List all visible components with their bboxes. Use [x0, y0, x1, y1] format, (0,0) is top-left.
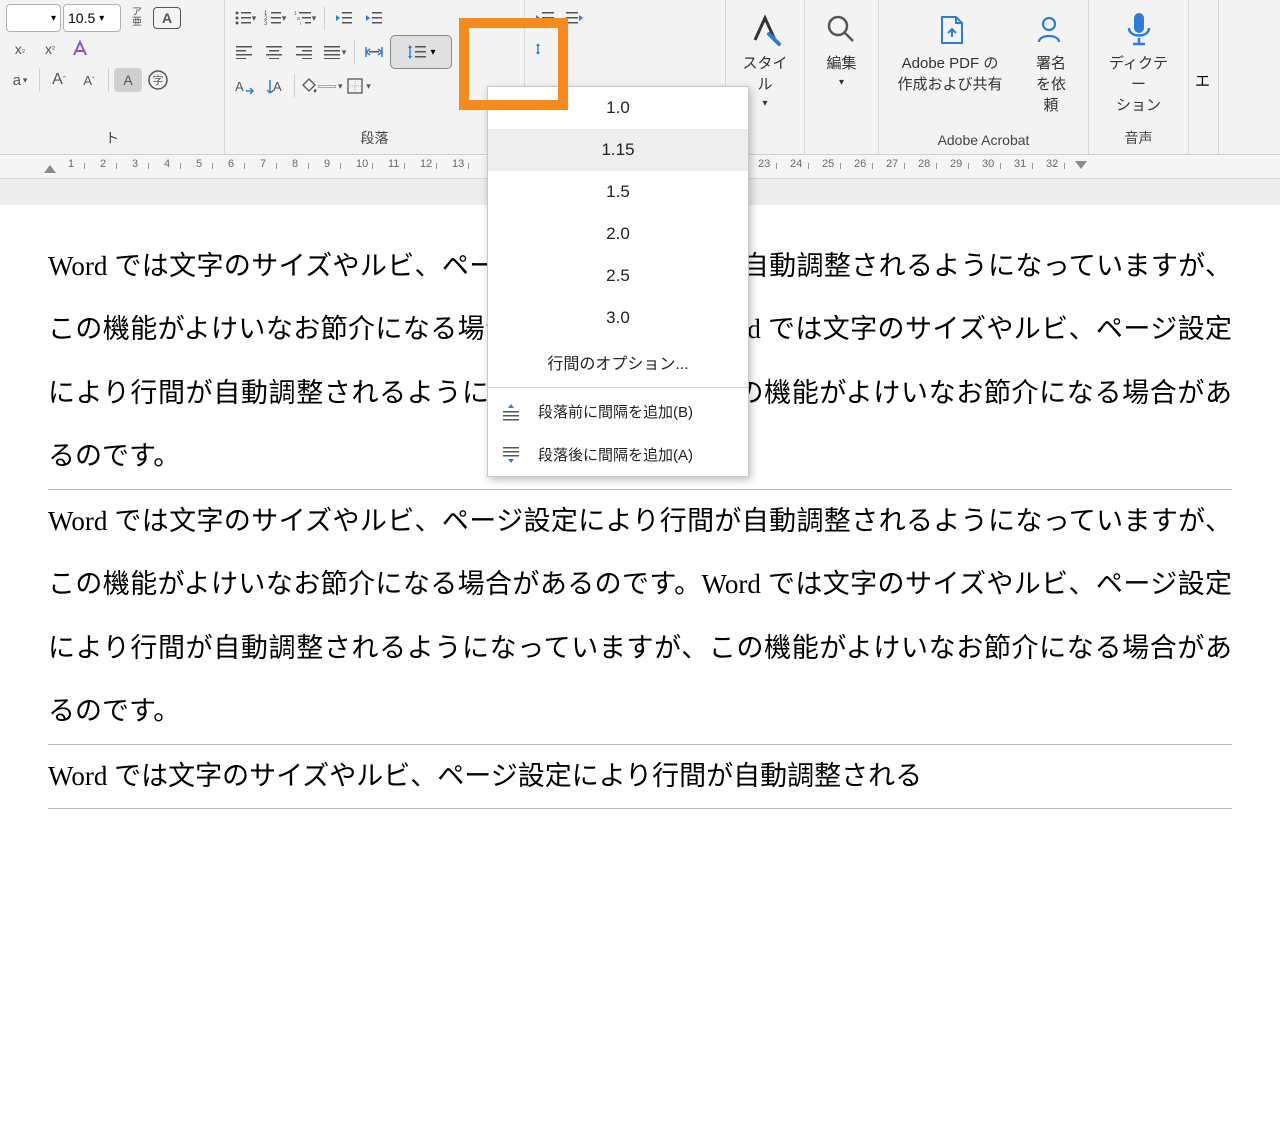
- character-border-button[interactable]: A: [153, 7, 181, 29]
- subscript-button[interactable]: x₂: [6, 35, 34, 63]
- enclose-characters-button[interactable]: 字: [144, 66, 172, 94]
- distribute-icon: [364, 44, 384, 60]
- enclose-icon: 字: [146, 68, 170, 92]
- highlight-button[interactable]: A: [114, 68, 142, 92]
- svg-text:字: 字: [153, 73, 164, 87]
- spacing-options-button[interactable]: 行間のオプション...: [488, 339, 748, 385]
- spacing-option-1.5[interactable]: 1.5: [488, 171, 748, 213]
- multilevel-icon: 1ai: [294, 10, 312, 26]
- text-effects-icon: [69, 38, 91, 60]
- svg-text:A: A: [235, 79, 244, 94]
- signature-label: 署名 を依頼: [1029, 52, 1073, 115]
- editing-group: 編集 ▾: [805, 0, 879, 154]
- spacing-option-1.0[interactable]: 1.0: [488, 87, 748, 129]
- line-spacing-icon: [406, 42, 428, 62]
- mic-icon: [1122, 10, 1156, 50]
- font-size-combo[interactable]: 10.5▾: [63, 4, 121, 32]
- font-group-label: ト: [6, 124, 218, 154]
- add-space-after-button[interactable]: 段落後に間隔を追加(A): [488, 433, 748, 476]
- numbering-icon: 123: [264, 10, 282, 26]
- svg-text:A: A: [273, 79, 282, 94]
- align-left-button[interactable]: [231, 38, 259, 66]
- grow-font-button[interactable]: Aˆ: [45, 66, 73, 94]
- search-icon: [825, 13, 859, 47]
- editing-label: 編集: [826, 52, 856, 73]
- align-center-icon: [266, 45, 284, 59]
- space-after-icon: [500, 445, 522, 465]
- pdf-share-icon: [932, 11, 968, 49]
- dictate-label: ディクテー ション: [1103, 52, 1174, 115]
- dropdown-divider: [488, 387, 748, 388]
- edge-group: エ: [1189, 0, 1219, 154]
- rtl-icon: A: [265, 77, 285, 95]
- font-group: ▾ 10.5▾ ア亜 A x₂ x² a▾ Aˆ Aˇ A 字 ト: [0, 0, 225, 154]
- space-before-icon: [500, 402, 522, 422]
- distribute-button[interactable]: [360, 38, 388, 66]
- paragraph-group: ▾ 123▾ 1ai▾ ▾ ▾: [225, 0, 525, 154]
- phonetic-guide-button[interactable]: ア亜: [123, 4, 151, 32]
- paragraph-2[interactable]: Word では文字のサイズやルビ、ページ設定により行間が自動調整されるようになっ…: [48, 490, 1232, 745]
- sort-button[interactable]: [531, 35, 559, 63]
- ruler-indent-marker-right[interactable]: [1075, 161, 1087, 169]
- editing-button[interactable]: 編集 ▾: [811, 8, 872, 88]
- shrink-font-button[interactable]: Aˇ: [75, 66, 103, 94]
- superscript-button[interactable]: x²: [36, 35, 64, 63]
- paragraph-group-label: 段落: [231, 124, 518, 154]
- align-center-button[interactable]: [261, 38, 289, 66]
- acrobat-group: Adobe PDF の 作成および共有 署名 を依頼 Adobe Acrobat: [879, 0, 1089, 154]
- svg-text:3: 3: [264, 21, 268, 26]
- borders-icon: [346, 77, 364, 95]
- borders-button[interactable]: ▾: [345, 72, 373, 100]
- justify-button[interactable]: ▾: [321, 38, 349, 66]
- inc-indent2-button[interactable]: [561, 4, 589, 32]
- shading-icon: [300, 77, 318, 95]
- ltr-icon: A: [235, 77, 255, 95]
- align-left-icon: [236, 45, 254, 59]
- align-right-icon: [296, 45, 314, 59]
- acrobat-group-label: Adobe Acrobat: [885, 128, 1082, 154]
- decrease-indent-button[interactable]: [330, 4, 358, 32]
- spacing-option-3.0[interactable]: 3.0: [488, 297, 748, 339]
- increase-indent-button[interactable]: [360, 4, 388, 32]
- change-case-button[interactable]: a▾: [6, 66, 34, 94]
- spacing-option-1.15[interactable]: 1.15: [488, 129, 748, 171]
- ltr-button[interactable]: A: [231, 72, 259, 100]
- line-spacing-dropdown: 1.0 1.15 1.5 2.0 2.5 3.0 行間のオプション... 段落前…: [487, 86, 749, 477]
- dec-indent-icon: [335, 10, 353, 26]
- bullets-icon: [234, 10, 252, 26]
- shading-button[interactable]: ▾: [300, 72, 343, 100]
- svg-text:i: i: [300, 21, 301, 26]
- paragraph-3[interactable]: Word では文字のサイズやルビ、ページ設定により行間が自動調整される: [48, 745, 1232, 809]
- bullets-button[interactable]: ▾: [231, 4, 259, 32]
- add-space-before-button[interactable]: 段落前に間隔を追加(B): [488, 390, 748, 433]
- voice-group: ディクテー ション 音声: [1089, 0, 1189, 154]
- create-pdf-label: Adobe PDF の 作成および共有: [897, 52, 1002, 94]
- ruler-indent-marker-left[interactable]: [44, 165, 56, 173]
- styles-icon: [747, 12, 783, 48]
- voice-group-label: 音声: [1095, 124, 1182, 154]
- spacing-option-2.5[interactable]: 2.5: [488, 255, 748, 297]
- dictate-button[interactable]: ディクテー ション: [1095, 8, 1182, 115]
- create-pdf-button[interactable]: Adobe PDF の 作成および共有: [885, 8, 1015, 115]
- line-spacing-button[interactable]: ▾: [390, 35, 452, 69]
- justify-icon: [324, 45, 342, 59]
- rtl-button[interactable]: A: [261, 72, 289, 100]
- text-effects-button[interactable]: [66, 35, 94, 63]
- inc-indent-icon: [365, 10, 383, 26]
- multilevel-list-button[interactable]: 1ai▾: [291, 4, 319, 32]
- numbering-button[interactable]: 123▾: [261, 4, 289, 32]
- font-family-combo[interactable]: ▾: [6, 4, 61, 32]
- signature-icon: [1033, 12, 1069, 48]
- dec-indent2-button[interactable]: [531, 4, 559, 32]
- request-signature-button[interactable]: 署名 を依頼: [1021, 8, 1081, 115]
- spacing-option-2.0[interactable]: 2.0: [488, 213, 748, 255]
- align-right-button[interactable]: [291, 38, 319, 66]
